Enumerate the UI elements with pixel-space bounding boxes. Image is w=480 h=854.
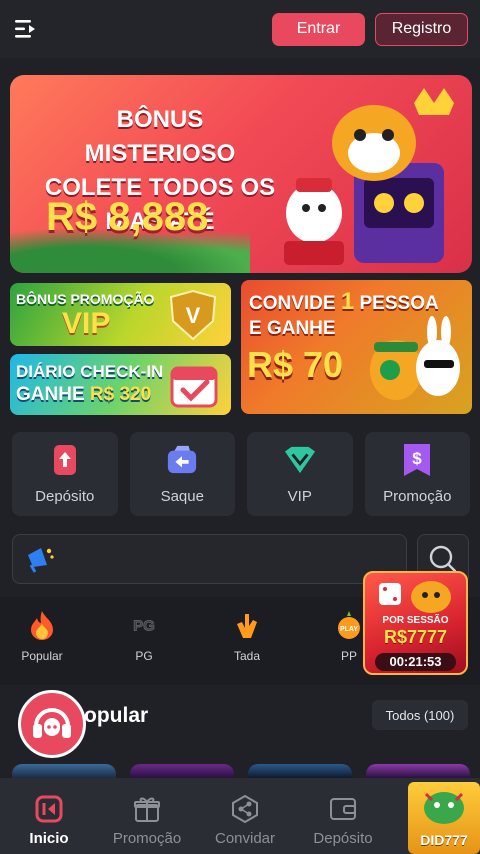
nav-promotion-label: Promoção [112,830,182,847]
nav-home-label: Inicio [29,830,69,847]
floating-promo-amount: R$7777 [383,627,448,647]
dice-mascot-icon [379,581,451,613]
nav-deposit-label: Depósito [313,830,373,847]
nav-promotion[interactable]: Promoção [98,778,196,854]
category-pp-label: PP [340,649,357,663]
nav-badge-label: DID777 [420,832,468,848]
svg-text:V: V [186,303,201,328]
announcement-bar[interactable] [12,534,407,584]
headset-icon [33,708,71,738]
nav-home[interactable]: Inicio [0,778,98,854]
search-icon [429,545,457,573]
menu-toggle-icon[interactable] [12,15,40,43]
svg-text:$: $ [413,449,423,468]
top-header: Entrar Registro [0,0,480,58]
withdraw-action[interactable]: Saque [129,432,235,516]
category-pg[interactable]: PG PG [109,609,179,663]
customer-support-button[interactable] [18,690,86,758]
app-root: Entrar Registro BÔNUS MISTERIOSO COLETE … [0,0,480,854]
promotion-action[interactable]: $ Promoção [364,432,470,516]
gift-icon [132,794,162,824]
game-grid [12,764,472,778]
quick-actions: Depósito Saque VIP $ Promoção [12,432,470,516]
fire-icon [26,609,58,641]
did777-app-badge[interactable]: DID777 [408,782,480,854]
promotion-icon: $ [401,444,433,476]
category-popular[interactable]: Popular [7,609,77,663]
vip-promo-card[interactable]: BÔNUS PROMOÇÃO VIP V [10,283,231,346]
register-button[interactable]: Registro [375,12,468,46]
tiger-mascot-illustration [284,88,454,265]
deposit-icon [49,444,81,476]
megaphone-icon [28,548,54,573]
withdraw-action-label: Saque [160,488,204,505]
withdraw-icon [166,444,198,476]
game-tile[interactable] [248,764,352,778]
nav-invite-label: Convidar [214,830,276,847]
category-pg-label: PG [135,649,153,663]
nav-deposit[interactable]: Depósito [294,778,392,854]
category-tada-label: Tada [233,649,261,663]
pg-logo-icon: PG [128,609,160,641]
category-popular-label: Popular [21,649,63,663]
vip-action-label: VIP [287,488,312,505]
game-tile[interactable] [12,764,116,778]
svg-text:PLAY: PLAY [340,626,358,633]
promotion-action-label: Promoção [383,488,452,505]
deposit-action[interactable]: Depósito [12,432,118,516]
svg-text:PG: PG [133,617,155,634]
game-tile[interactable] [366,764,470,778]
login-button[interactable]: Entrar [272,12,365,46]
category-tada[interactable]: Tada [212,609,282,663]
vip-action[interactable]: VIP [247,432,353,516]
floating-session-promo[interactable]: POR SESSÃO R$7777 00:21:53 [363,571,468,675]
vip-shield-icon: V [169,289,217,341]
share-icon [230,794,260,824]
hero-banner[interactable]: BÔNUS MISTERIOSO COLETE TODOS OS DIAS AT… [10,75,472,273]
view-all-button[interactable]: Todos (100) [372,700,468,730]
game-tile[interactable] [130,764,234,778]
deposit-action-label: Depósito [35,488,95,505]
vip-diamond-icon [284,444,316,476]
home-icon [34,794,64,824]
tada-icon [231,609,263,641]
calendar-check-icon [170,366,218,408]
banner-amount: R$ 8,888 [46,195,209,239]
floating-promo-timer: 00:21:53 [375,653,456,671]
invite-friend-card[interactable]: CONVIDE 1 PESSOA E GANHE R$ 70 [241,280,472,414]
mascots-illustration [370,316,460,400]
wallet-icon [328,794,358,824]
dragon-mascot-icon [424,792,464,824]
pp-play-icon: PLAY [333,609,365,641]
nav-invite[interactable]: Convidar [196,778,294,854]
floating-promo-label: POR SESSÃO [382,615,449,626]
daily-checkin-card[interactable]: DIÁRIO CHECK-IN GANHE R$ 320 [10,354,231,415]
